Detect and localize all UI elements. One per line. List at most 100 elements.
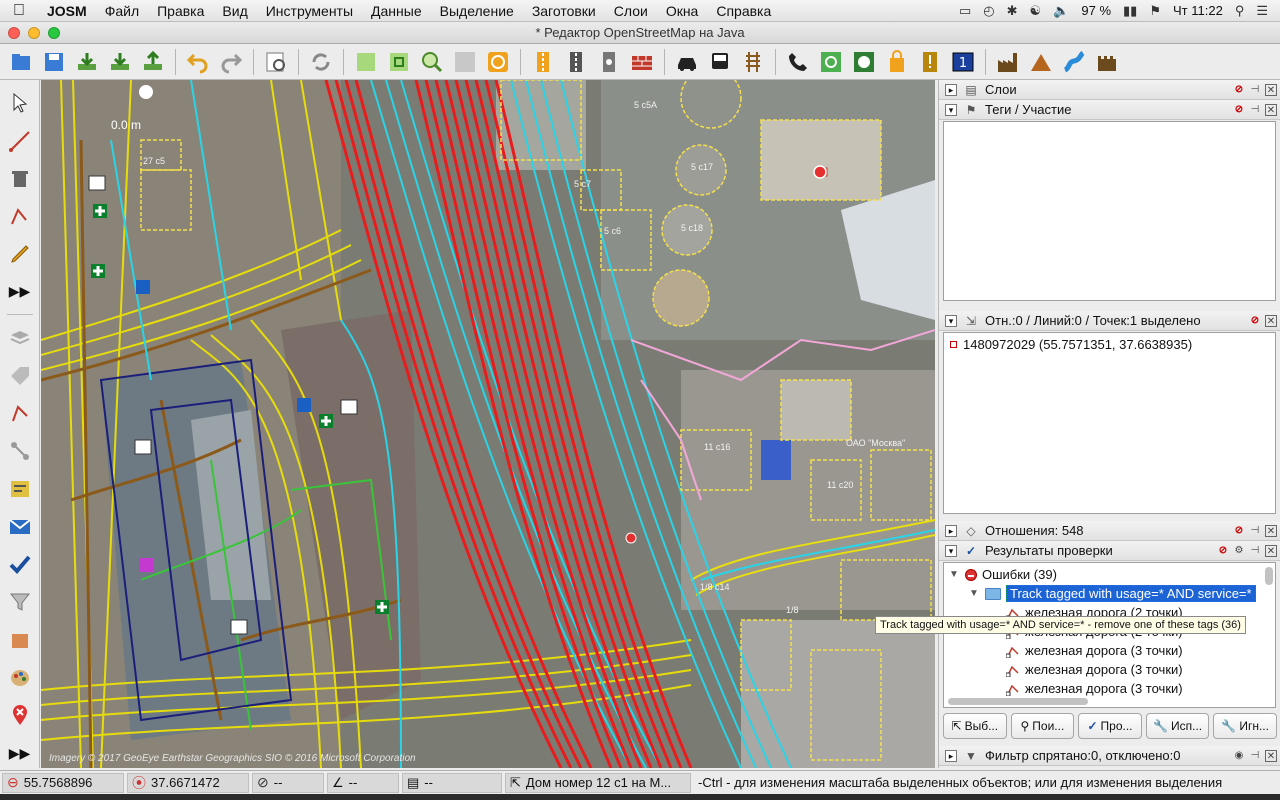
- collapse-arrow-icon[interactable]: ▾: [945, 544, 957, 557]
- preset-railway-icon[interactable]: [738, 47, 768, 77]
- delete-mode-icon[interactable]: [5, 163, 35, 193]
- menu-layers[interactable]: Слои: [605, 3, 657, 19]
- zoom-window-button[interactable]: [48, 27, 60, 39]
- hide-panel-icon[interactable]: ⊘: [1233, 104, 1245, 116]
- hide-panel-icon[interactable]: ⊘: [1233, 84, 1245, 96]
- toggle-layers-icon[interactable]: [5, 323, 35, 353]
- heading-field[interactable]: ⊘ --: [252, 772, 324, 793]
- map-canvas[interactable]: 5 c5A 5 c17 5 c7 5 c6 5 c18 11 c16 ОАО "…: [41, 80, 935, 768]
- apple-menu-icon[interactable]: : [0, 2, 38, 20]
- menu-tools[interactable]: Инструменты: [257, 3, 362, 19]
- menu-windows[interactable]: Окна: [657, 3, 708, 19]
- tree-node-group[interactable]: ▼ Track tagged with usage=* AND service=…: [944, 584, 1275, 603]
- toggle-tags-icon[interactable]: [5, 361, 35, 391]
- more-modes-icon[interactable]: ▶▶: [5, 277, 35, 307]
- preset-hazard-icon[interactable]: [915, 47, 945, 77]
- fix-button[interactable]: 🔧 Исп...: [1145, 713, 1210, 739]
- settings-panel-icon[interactable]: ⚙: [1233, 545, 1245, 557]
- toggle-selection-icon[interactable]: [5, 399, 35, 429]
- close-panel-icon[interactable]: ✕: [1265, 314, 1277, 327]
- preset-castle-icon[interactable]: [1092, 47, 1122, 77]
- toggle-notes-icon[interactable]: [5, 700, 35, 730]
- save-icon[interactable]: [39, 47, 69, 77]
- update-data-icon[interactable]: [306, 47, 336, 77]
- imagery-attribution[interactable]: Imagery © 2017 GeoEye Earthstar Geograph…: [49, 753, 416, 764]
- layers-panel-header[interactable]: ▸ ▤ Слои ⊘ ⊣ ✕: [939, 80, 1280, 100]
- time-machine-icon[interactable]: ◴: [983, 3, 994, 19]
- preset-bus-icon[interactable]: [705, 47, 735, 77]
- collapse-arrow-icon[interactable]: ▼: [948, 569, 960, 580]
- select-button[interactable]: ⇱ Выб...: [943, 713, 1007, 739]
- menu-help[interactable]: Справка: [707, 3, 780, 19]
- upload-icon[interactable]: [138, 47, 168, 77]
- lookup-button[interactable]: ⚲ Пои...: [1010, 713, 1075, 739]
- name-field[interactable]: ⇱ Дом номер 12 c1 на М...: [505, 772, 691, 793]
- preset-waterway-icon[interactable]: [1059, 47, 1089, 77]
- preset-road-icon[interactable]: [528, 47, 558, 77]
- expand-arrow-icon[interactable]: ▸: [945, 83, 957, 96]
- download-osm-icon[interactable]: [72, 47, 102, 77]
- expand-arrow-icon[interactable]: ▸: [945, 524, 957, 537]
- clock[interactable]: Чт 11:22: [1173, 3, 1223, 18]
- improve-way-icon[interactable]: [5, 201, 35, 231]
- toggle-commands-icon[interactable]: [5, 474, 35, 504]
- preset-industrial-icon[interactable]: [993, 47, 1023, 77]
- selection-list[interactable]: 1480972029 (55.7571351, 37.6638935): [943, 332, 1276, 514]
- vertical-scrollbar[interactable]: [1265, 567, 1273, 585]
- hide-panel-icon[interactable]: ⊘: [1249, 315, 1261, 327]
- eye-icon[interactable]: ◉: [1233, 750, 1245, 762]
- minimize-window-button[interactable]: [28, 27, 40, 39]
- tree-node-errors[interactable]: ▼ Ошибки (39): [944, 565, 1275, 584]
- menu-selection[interactable]: Выделение: [431, 3, 523, 19]
- list-item[interactable]: железная дорога (3 точки): [944, 660, 1275, 679]
- display-icon[interactable]: ▭: [959, 3, 971, 19]
- filter-panel-header[interactable]: ▸ ▼ Фильтр спрятано:0, отключено:0 ◉ ⊣ ✕: [939, 746, 1280, 766]
- latitude-field[interactable]: ⊖ 55.7568896: [2, 772, 124, 793]
- us-flag-icon[interactable]: ⚑: [1149, 3, 1161, 19]
- collapse-arrow-icon[interactable]: ▾: [945, 103, 957, 116]
- preset-peak-icon[interactable]: [1026, 47, 1056, 77]
- undo-icon[interactable]: [183, 47, 213, 77]
- preset-shop-icon[interactable]: [882, 47, 912, 77]
- draw-mode-icon[interactable]: [5, 126, 35, 156]
- preset-path-icon[interactable]: [594, 47, 624, 77]
- pencil-icon[interactable]: [5, 239, 35, 269]
- menu-data[interactable]: Данные: [362, 3, 431, 19]
- wms-tms-icon[interactable]: [450, 47, 480, 77]
- preferences-icon[interactable]: [261, 47, 291, 77]
- tags-panel-header[interactable]: ▾ ⚑ Теги / Участие ⊘ ⊣ ✕: [939, 100, 1280, 120]
- tags-table[interactable]: [943, 121, 1276, 301]
- volume-icon[interactable]: 🔈: [1053, 3, 1069, 19]
- toggle-history-icon[interactable]: [5, 625, 35, 655]
- battery-percent[interactable]: 97 %: [1081, 3, 1111, 18]
- close-window-button[interactable]: [8, 27, 20, 39]
- list-item[interactable]: железная дорога (3 точки): [944, 679, 1275, 698]
- wifi-icon[interactable]: ☯: [1030, 3, 1042, 19]
- open-file-icon[interactable]: [6, 47, 36, 77]
- pin-panel-icon[interactable]: ⊣: [1249, 545, 1261, 557]
- close-panel-icon[interactable]: ✕: [1265, 749, 1277, 762]
- zoom-tool-icon[interactable]: [417, 47, 447, 77]
- preset-track-icon[interactable]: [561, 47, 591, 77]
- preset-barrier-icon[interactable]: [627, 47, 657, 77]
- pin-panel-icon[interactable]: ⊣: [1249, 525, 1261, 537]
- ignore-button[interactable]: 🔧 Игн...: [1213, 713, 1277, 739]
- spotlight-search-icon[interactable]: ⚲: [1235, 3, 1245, 19]
- close-panel-icon[interactable]: ✕: [1265, 83, 1277, 96]
- angle-field[interactable]: ∠ --: [327, 772, 399, 793]
- toggle-relations-icon[interactable]: [5, 436, 35, 466]
- download-in-view-icon[interactable]: [105, 47, 135, 77]
- close-panel-icon[interactable]: ✕: [1265, 524, 1277, 537]
- distance-field[interactable]: ▤ --: [402, 772, 502, 793]
- preset-sport-icon[interactable]: [816, 47, 846, 77]
- preset-phone-icon[interactable]: [783, 47, 813, 77]
- hide-panel-icon[interactable]: ⊘: [1233, 525, 1245, 537]
- close-panel-icon[interactable]: ✕: [1265, 544, 1277, 557]
- selection-panel-header[interactable]: ▾ ⇲ Отн.:0 / Линий:0 / Точек:1 выделено …: [939, 311, 1280, 331]
- longitude-field[interactable]: ⦿ 37.6671472: [127, 772, 249, 793]
- relations-panel-header[interactable]: ▸ ◇ Отношения: 548 ⊘ ⊣ ✕: [939, 521, 1280, 541]
- preset-car-icon[interactable]: [672, 47, 702, 77]
- validation-panel-header[interactable]: ▾ ✓ Результаты проверки ⊘ ⚙ ⊣ ✕: [939, 541, 1280, 561]
- toggle-mapstyle-icon[interactable]: [5, 663, 35, 693]
- imagery-offset-icon[interactable]: [483, 47, 513, 77]
